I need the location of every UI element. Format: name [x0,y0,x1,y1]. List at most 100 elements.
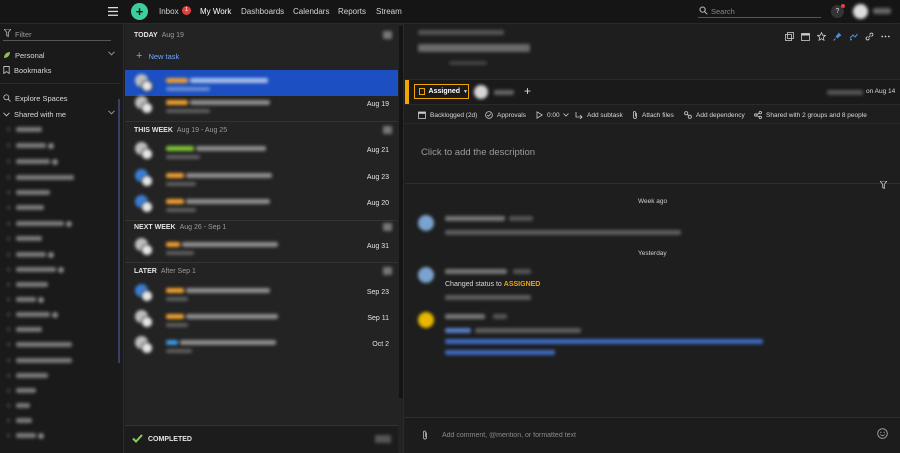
pin-icon[interactable] [833,32,842,41]
comment-input[interactable] [442,429,862,441]
section-header-later: LATER After Sep 1 [134,268,196,275]
assignee-name[interactable] [494,90,514,95]
sidebar-item-label: Personal [15,50,45,60]
activity-time [509,216,533,221]
sidebar-space[interactable] [7,202,44,213]
activity-author [445,269,507,274]
comment-link[interactable] [445,339,763,344]
task-row[interactable]: Aug 21 [125,138,398,164]
search-box[interactable] [698,5,821,18]
task-row[interactable]: Oct 2 [125,332,398,358]
sidebar-space[interactable] [7,279,48,290]
emoji-icon[interactable] [877,428,888,439]
sidebar-space[interactable] [7,339,72,350]
time-tracker-button[interactable]: 0:00 [536,111,569,119]
layers-icon[interactable] [785,32,794,41]
sidebar-space[interactable] [7,124,42,135]
task-row[interactable]: Sep 23 [125,280,398,306]
create-button[interactable]: + [131,3,148,20]
filter-box[interactable] [3,27,111,41]
nav-reports[interactable]: Reports [338,7,366,16]
comment-link[interactable] [445,350,555,355]
task-row[interactable]: Sep 11 [125,306,398,332]
sidebar-space[interactable] [7,233,42,244]
nav-my-work[interactable]: My Work [200,7,231,16]
task-row[interactable]: Aug 23 [125,165,398,191]
task-detail: Assigned ▼ + on Aug 14 Backlogged (2d) A… [405,24,900,453]
sidebar-space[interactable] [7,430,44,441]
avatar [135,74,153,92]
sidebar-space[interactable] [7,140,54,151]
task-row[interactable]: Aug 31 [125,234,398,260]
status-dropdown[interactable]: Assigned ▼ [414,84,469,99]
sidebar-space[interactable] [7,324,42,335]
scrollbar[interactable] [118,99,120,363]
sync-icon[interactable] [849,32,858,41]
sidebar-space[interactable] [7,156,58,167]
sidebar-space[interactable] [7,218,72,229]
chevron-down-icon[interactable] [108,110,115,115]
sidebar-item-bookmarks[interactable]: Bookmarks [3,64,115,76]
sidebar-space[interactable] [7,309,58,320]
created-by [827,90,863,95]
section-count [383,267,392,275]
breadcrumb[interactable] [418,30,504,35]
completed-section[interactable]: COMPLETED [125,425,398,453]
approvals-button[interactable]: Approvals [485,111,526,119]
task-title[interactable] [418,44,530,52]
sidebar-item-explore-spaces[interactable]: Explore Spaces [3,92,115,104]
task-row[interactable]: Aug 20 [125,191,398,217]
user-avatar[interactable] [853,4,868,19]
attach-files-button[interactable]: Attach files [632,111,674,119]
filter-icon[interactable] [880,181,887,189]
sidebar-space[interactable] [7,172,74,183]
sidebar-space[interactable] [7,400,30,411]
search-input[interactable] [711,5,816,17]
nav-calendars[interactable]: Calendars [293,7,329,16]
task-row[interactable]: Aug 19 [125,92,398,118]
sidebar-space[interactable] [7,294,44,305]
add-dependency-button[interactable]: Add dependency [684,111,745,119]
sidebar-space[interactable] [7,249,54,260]
comment-box [405,417,900,453]
add-subtask-button[interactable]: Add subtask [575,111,623,119]
sidebar-space[interactable] [7,264,64,275]
filter-icon [4,29,11,37]
description-placeholder[interactable]: Click to add the description [421,147,535,158]
sidebar-space[interactable] [7,415,32,426]
more-icon[interactable] [881,32,890,41]
chevron-down-icon[interactable] [108,51,115,56]
add-assignee-button[interactable]: + [524,84,531,98]
sidebar-space[interactable] [7,370,48,381]
sidebar-item-personal[interactable]: Personal [3,49,115,61]
new-task-button[interactable]: + New task [136,51,179,62]
share-button[interactable]: Shared with 2 groups and 8 people [754,111,867,119]
backlogged-button[interactable]: Backlogged (2d) [418,111,477,119]
nav-dashboards[interactable]: Dashboards [241,7,284,16]
date-divider: Week ago [638,198,668,205]
star-icon[interactable] [817,32,826,41]
nav-stream[interactable]: Stream [376,7,402,16]
completed-count [375,435,391,443]
filter-input[interactable] [15,28,109,40]
mention-link[interactable] [445,328,471,333]
calendar-icon[interactable] [801,32,810,41]
divider [405,183,900,184]
assignee-avatar[interactable] [474,85,488,99]
paperclip-icon[interactable] [422,430,428,440]
scrollbar[interactable] [399,26,403,398]
section-count [383,126,392,134]
task-date: Aug 31 [366,243,389,250]
sidebar-space[interactable] [7,355,72,366]
task-title [166,288,270,293]
sidebar-space[interactable] [7,385,36,396]
sidebar-space[interactable] [7,187,50,198]
user-name[interactable] [873,8,891,14]
task-date: Aug 19 [366,101,389,108]
nav-inbox[interactable]: Inbox [159,7,179,16]
action-label: Add dependency [696,111,745,119]
menu-icon[interactable] [108,6,118,16]
action-label: Approvals [497,111,526,119]
sidebar-item-shared-with-me[interactable]: Shared with me [3,108,115,120]
link-icon[interactable] [865,32,874,41]
